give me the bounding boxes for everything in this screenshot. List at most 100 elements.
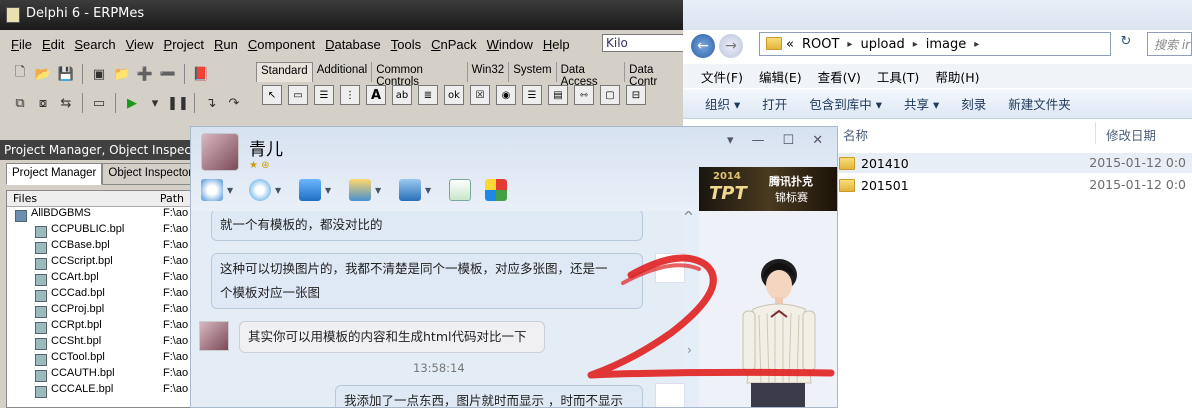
palette-tab-system[interactable]: System [509,62,557,82]
view-form-icon[interactable]: ⧇ [33,93,53,113]
breadcrumb-overflow[interactable]: « [786,37,794,52]
address-bar[interactable]: « ROOT ▸ upload ▸ image ▸ [759,32,1111,56]
table-row[interactable]: CCPUBLIC.bpl F:\ao [7,223,190,239]
column-files[interactable]: Files [7,191,154,206]
menu-project[interactable]: Project [159,33,209,57]
message-bubble[interactable]: 就一个有模板的，都没对比的 [211,211,643,241]
menu-run[interactable]: Run [209,33,243,57]
menu-cnpack[interactable]: CnPack [426,33,482,57]
table-row[interactable]: CCCad.bpl F:\ao [7,287,190,303]
open-button[interactable]: 打开 [762,94,787,113]
step-over-icon[interactable]: ↷ [224,93,244,113]
mainmenu-icon[interactable]: ☰ [314,85,334,105]
column-path[interactable]: Path [154,191,190,206]
chevron-right-icon[interactable]: ▸ [974,39,979,50]
palette-tab-common-controls[interactable]: Common Controls [372,62,468,88]
list-item[interactable]: 201410 2015-01-12 0:0 [833,153,1192,173]
label-icon[interactable]: A [366,85,386,105]
avatar[interactable] [655,383,685,407]
new-file-icon[interactable]: 🗋 [10,64,30,84]
palette-tab-win32[interactable]: Win32 [468,62,510,82]
palette-tab-standard[interactable]: Standard [256,62,313,82]
save-icon[interactable]: 💾 [56,64,76,84]
groupbox-icon[interactable]: ▢ [600,85,620,105]
share-button[interactable]: 共享 ▾ [904,94,939,113]
column-name[interactable]: 名称 [833,122,1095,144]
maximize-icon[interactable]: ☐ [783,133,795,148]
component-search-input[interactable]: Kilo [602,34,684,52]
video-call-button[interactable]: ▼ [249,179,281,201]
minimize-icon[interactable]: — [752,133,765,148]
listbox-icon[interactable]: ☰ [522,85,542,105]
apps-button[interactable] [485,179,507,201]
frame-icon[interactable]: ▭ [288,85,308,105]
send-file-button[interactable]: ▼ [349,179,381,201]
palette-tab-data-controls[interactable]: Data Contr [625,62,686,88]
tab-project-manager[interactable]: Project Manager [6,163,103,185]
message-bubble[interactable]: 这种可以切换图片的，我都不清楚是同个一模板，对应多张图，还是一 个模板对应一张图 [211,253,643,309]
remote-assist-button[interactable]: ▼ [299,179,331,201]
chevron-down-icon[interactable]: ▼ [425,186,431,195]
save-all-icon[interactable]: ▣ [89,64,109,84]
button-icon[interactable]: ok [444,85,464,105]
menu-database[interactable]: Database [320,33,386,57]
search-input[interactable]: 搜索 ir [1147,32,1192,56]
menu-view[interactable]: 查看(V) [812,65,867,88]
combobox-icon[interactable]: ▤ [548,85,568,105]
table-row[interactable]: CCTool.bpl F:\ao [7,351,190,367]
table-row[interactable]: CCSht.bpl F:\ao [7,335,190,351]
organize-button[interactable]: 组织 ▾ [705,94,740,113]
message-bubble[interactable]: 其实你可以用模板的内容和生成html代码对比一下 [239,321,545,353]
create-discussion-button[interactable] [449,179,471,201]
pause-icon[interactable]: ❚❚ [167,93,189,113]
table-row[interactable]: CCCALE.bpl F:\ao [7,383,190,399]
view-unit-icon[interactable]: ⧉ [10,93,30,113]
open-project-icon[interactable]: 📁 [112,64,132,84]
new-folder-button[interactable]: 新建文件夹 [1008,94,1071,113]
table-row[interactable]: CCBase.bpl F:\ao [7,239,190,255]
list-item[interactable]: 201501 2015-01-12 0:0 [833,175,1192,195]
message-bubble[interactable]: 我添加了一点东西，图片就时而显示 ，时而不显示 [335,385,643,407]
chevron-right-icon[interactable]: ▸ [913,39,918,50]
table-row[interactable]: CCScript.bpl F:\ao [7,255,190,271]
open-folder-icon[interactable]: 📂 [33,64,53,84]
chevron-down-icon[interactable]: ▼ [227,186,233,195]
menu-help[interactable]: 帮助(H) [929,65,985,88]
new-form-icon[interactable]: ▭ [89,93,109,113]
remove-file-icon[interactable]: ➖ [158,64,178,84]
chevron-right-icon[interactable]: ▸ [847,39,852,50]
chevron-down-icon[interactable]: ▼ [325,186,331,195]
chevron-down-icon[interactable]: ▼ [375,186,381,195]
menu-tools[interactable]: 工具(T) [871,65,925,88]
menu-help[interactable]: Help [538,33,575,57]
radiobutton-icon[interactable]: ◉ [496,85,516,105]
palette-tab-data-access[interactable]: Data Access [557,62,626,88]
forward-arrow-icon[interactable]: → [719,34,743,58]
breadcrumb-root[interactable]: ROOT [802,37,839,52]
ad-banner[interactable]: 2014 TPT 腾讯扑克 锦标赛 [699,167,837,211]
burn-button[interactable]: 刻录 [961,94,986,113]
checkbox-icon[interactable]: ☒ [470,85,490,105]
scrollbar-icon[interactable]: ⇿ [574,85,594,105]
trace-into-icon[interactable]: ↴ [201,93,221,113]
menu-file[interactable]: File [6,33,37,57]
table-row[interactable]: CCArt.bpl F:\ao [7,271,190,287]
memo-icon[interactable]: ≣ [418,85,438,105]
column-modified[interactable]: 修改日期 [1095,122,1166,144]
back-arrow-icon[interactable]: ← [691,34,715,58]
breadcrumb-image[interactable]: image [926,37,967,52]
chevron-down-icon[interactable]: ▼ [275,186,281,195]
menu-edit[interactable]: 编辑(E) [753,65,808,88]
add-file-icon[interactable]: ➕ [135,64,155,84]
menu-window[interactable]: Window [482,33,538,57]
project-group-row[interactable]: AllBDGBMS F:\ao [7,207,190,223]
chevron-right-icon[interactable]: › [687,343,692,357]
radiogroup-icon[interactable]: ⊟ [626,85,646,105]
menu-tools[interactable]: Tools [386,33,426,57]
help-book-icon[interactable]: 📕 [191,64,211,84]
table-row[interactable]: CCProj.bpl F:\ao [7,303,190,319]
table-row[interactable]: CCAUTH.bpl F:\ao [7,367,190,383]
menu-edit[interactable]: Edit [37,33,69,57]
close-icon[interactable]: ✕ [683,211,694,220]
popupmenu-icon[interactable]: ⋮ [340,85,360,105]
